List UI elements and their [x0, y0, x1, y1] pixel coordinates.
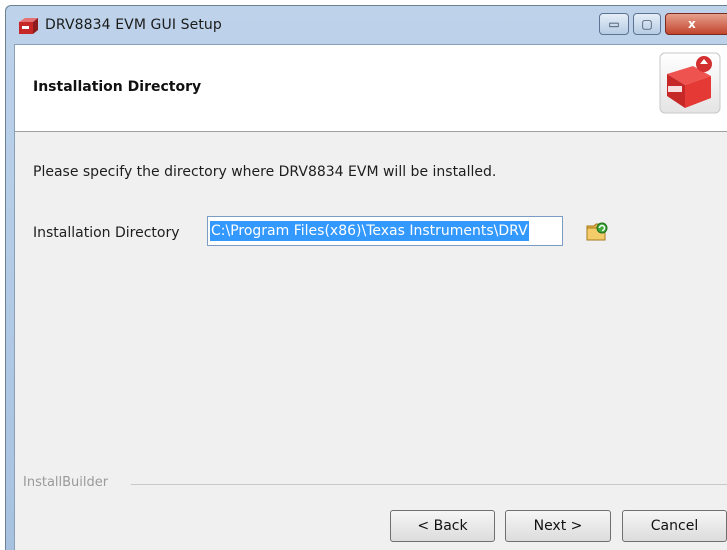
footer-divider — [131, 484, 727, 485]
maximize-button[interactable]: ▢ — [633, 13, 661, 35]
folder-browse-icon[interactable] — [585, 219, 609, 243]
window-title: DRV8834 EVM GUI Setup — [45, 17, 222, 33]
installbuilder-brand: InstallBuilder — [23, 475, 115, 490]
setup-window: DRV8834 EVM GUI Setup ▭ ▢ x Installation… — [5, 5, 727, 550]
cancel-button[interactable]: Cancel — [622, 510, 727, 542]
page-title: Installation Directory — [33, 79, 202, 95]
title-bar[interactable]: DRV8834 EVM GUI Setup ▭ ▢ x — [6, 6, 727, 44]
minimize-button[interactable]: ▭ — [599, 13, 629, 35]
app-icon — [19, 18, 38, 34]
dialog-header: Installation Directory — [15, 45, 727, 132]
close-button[interactable]: x — [665, 13, 727, 35]
back-button[interactable]: < Back — [390, 510, 495, 542]
installer-box-icon — [659, 52, 721, 114]
directory-label: Installation Directory — [33, 225, 180, 241]
next-button[interactable]: Next > — [505, 510, 611, 542]
directory-input[interactable]: C:\Program Files(x86)\Texas Instruments\… — [207, 216, 563, 246]
instruction-text: Please specify the directory where DRV88… — [33, 164, 497, 180]
dialog-body: Installation Directory Please specify th… — [14, 44, 727, 550]
directory-value: C:\Program Files(x86)\Texas Instruments\… — [210, 221, 529, 241]
